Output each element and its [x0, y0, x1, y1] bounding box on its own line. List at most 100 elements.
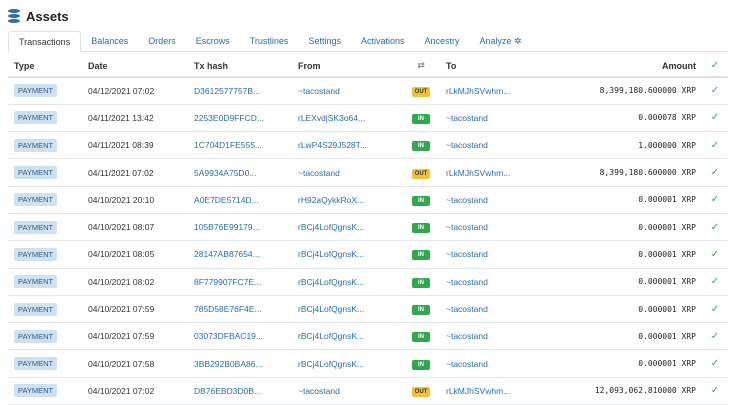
to-link[interactable]: ~tacostand: [440, 104, 548, 133]
to-link[interactable]: ~tacostand: [440, 213, 548, 242]
table-row: PAYMENT 04/10/2021 07:58 3BB292B0BA86... rB…: [8, 349, 728, 378]
tx-hash-link[interactable]: 8F779907FC7E...: [188, 268, 292, 296]
check-icon: ✓: [702, 131, 728, 160]
tab-escrows[interactable]: Escrows: [186, 31, 240, 52]
tab-balances[interactable]: Balances: [81, 31, 138, 52]
direction-badge: IN: [412, 277, 430, 288]
tab-bar: Transactions Balances Orders Escrows Tru…: [8, 31, 728, 52]
tab-settings[interactable]: Settings: [298, 31, 351, 52]
header-to[interactable]: To: [440, 55, 548, 78]
to-link[interactable]: rLkMJhSVwhm...: [440, 77, 548, 105]
type-badge: PAYMENT: [14, 247, 58, 261]
to-link[interactable]: ~tacostand: [440, 322, 548, 351]
tx-hash-link[interactable]: 5A9934A75D0...: [188, 158, 292, 187]
tx-hash-link[interactable]: 1C704D1FE555...: [188, 131, 292, 160]
tab-orders[interactable]: Orders: [138, 31, 186, 52]
from-link[interactable]: rBCj4LofQgnsK...: [292, 268, 402, 296]
to-link[interactable]: ~tacostand: [440, 240, 548, 269]
date-cell: 04/10/2021 07:02: [82, 377, 188, 405]
to-link[interactable]: ~tacostand: [440, 295, 548, 324]
type-badge: PAYMENT: [14, 357, 58, 371]
amount-cell: 0.000001 XRP: [548, 240, 702, 269]
date-cell: 04/10/2021 08:05: [82, 240, 188, 269]
header-check-icon[interactable]: ✓: [702, 55, 728, 78]
type-badge: PAYMENT: [14, 329, 58, 343]
to-link[interactable]: rLkMJhSVwhm...: [440, 377, 548, 405]
table-row: PAYMENT 04/10/2021 07:59 785D58E76F4E... rB…: [8, 295, 728, 324]
check-icon: ✓: [702, 158, 728, 187]
tx-hash-link[interactable]: 3BB292B0BA86...: [188, 349, 292, 378]
table-row: PAYMENT 04/10/2021 07:59 03073DFBAC19... rB…: [8, 322, 728, 351]
amount-cell: 0.000001 XRP: [548, 349, 702, 378]
page-header: Assets: [8, 6, 69, 26]
tx-hash-link[interactable]: 105B76E99179...: [188, 213, 292, 242]
direction-badge: IN: [412, 305, 430, 316]
from-link[interactable]: rBCj4LofQgnsK...: [292, 349, 402, 378]
header-amount[interactable]: Amount: [548, 55, 702, 78]
date-cell: 04/10/2021 07:58: [82, 349, 188, 378]
direction-badge: OUT: [412, 168, 430, 179]
page-title: Assets: [26, 8, 69, 24]
from-link[interactable]: ~tacostand: [292, 77, 402, 105]
from-link[interactable]: rBCj4LofQgnsK...: [292, 240, 402, 269]
date-cell: 04/11/2021 07:02: [82, 158, 188, 187]
date-cell: 04/10/2021 07:59: [82, 295, 188, 324]
tx-hash-link[interactable]: DB76EBD3D0B...: [188, 377, 292, 405]
to-link[interactable]: ~tacostand: [440, 186, 548, 214]
amount-cell: 0.000001 XRP: [548, 295, 702, 324]
tab-transactions[interactable]: Transactions: [8, 31, 82, 52]
tab-ancestry[interactable]: Ancestry: [415, 31, 470, 52]
date-cell: 04/10/2021 20:10: [82, 186, 188, 214]
from-link[interactable]: rBCj4LofQgnsK...: [292, 295, 402, 324]
table-row: PAYMENT 04/10/2021 07:02 DB76EBD3D0B... ~ta…: [8, 377, 728, 405]
from-link[interactable]: ~tacostand: [292, 158, 402, 187]
amount-cell: 0.000001 XRP: [548, 186, 702, 214]
tab-analyze[interactable]: Analyze ✲: [470, 31, 532, 52]
to-link[interactable]: rLkMJhSVwhm...: [440, 158, 548, 187]
direction-badge: OUT: [412, 386, 430, 397]
to-link[interactable]: ~tacostand: [440, 349, 548, 378]
from-link[interactable]: ~tacostand: [292, 377, 402, 405]
amount-cell: 0.000001 XRP: [548, 322, 702, 351]
amount-cell: 1.000000 XRP: [548, 131, 702, 160]
from-link[interactable]: rLEXvdjSK3o64...: [292, 104, 402, 133]
from-link[interactable]: rBCj4LofQgnsK...: [292, 213, 402, 242]
date-cell: 04/10/2021 08:07: [82, 213, 188, 242]
direction-badge: IN: [412, 250, 430, 261]
transactions-table: Type Date Tx hash From ⇄ To Amount ✓ PAY…: [8, 55, 728, 405]
type-badge: PAYMENT: [14, 166, 58, 180]
amount-cell: 0.000001 XRP: [548, 268, 702, 296]
from-link[interactable]: rLwP4S29J528T...: [292, 131, 402, 160]
table-header-row: Type Date Tx hash From ⇄ To Amount ✓: [8, 55, 728, 78]
tx-hash-link[interactable]: 785D58E76F4E...: [188, 295, 292, 324]
tx-hash-link[interactable]: A0E7DE5714D...: [188, 186, 292, 214]
amount-cell: 8,399,180.600000 XRP: [548, 77, 702, 105]
tab-activations[interactable]: Activations: [351, 31, 415, 52]
tx-hash-link[interactable]: 28147AB87654...: [188, 240, 292, 269]
tab-trustlines[interactable]: Trustlines: [240, 31, 299, 52]
check-icon: ✓: [702, 213, 728, 242]
header-date[interactable]: Date: [82, 55, 188, 78]
from-link[interactable]: rH92aQykkRoX...: [292, 186, 402, 214]
direction-badge: IN: [412, 113, 430, 124]
from-link[interactable]: rBCj4LofQgnsK...: [292, 322, 402, 351]
table-row: PAYMENT 04/10/2021 08:07 105B76E99179... rB…: [8, 213, 728, 242]
to-link[interactable]: ~tacostand: [440, 268, 548, 296]
table-row: PAYMENT 04/10/2021 08:05 28147AB87654... rB…: [8, 240, 728, 269]
table-row: PAYMENT 04/12/2021 07:02 D3612577757B... ~t…: [8, 77, 728, 105]
type-badge: PAYMENT: [14, 138, 58, 152]
database-icon: [8, 9, 20, 23]
check-icon: ✓: [702, 349, 728, 378]
amount-cell: 0.000078 XRP: [548, 104, 702, 133]
direction-arrows-icon[interactable]: ⇄: [402, 55, 440, 78]
tx-hash-link[interactable]: 03073DFBAC19...: [188, 322, 292, 351]
date-cell: 04/12/2021 07:02: [82, 77, 188, 105]
tx-hash-link[interactable]: 2253E0D9FFCD...: [188, 104, 292, 133]
to-link[interactable]: ~tacostand: [440, 131, 548, 160]
header-from[interactable]: From: [292, 55, 402, 78]
header-type[interactable]: Type: [8, 55, 82, 78]
header-hash[interactable]: Tx hash: [188, 55, 292, 78]
type-badge: PAYMENT: [14, 84, 58, 98]
tx-hash-link[interactable]: D3612577757B...: [188, 77, 292, 105]
type-badge: PAYMENT: [14, 220, 58, 234]
